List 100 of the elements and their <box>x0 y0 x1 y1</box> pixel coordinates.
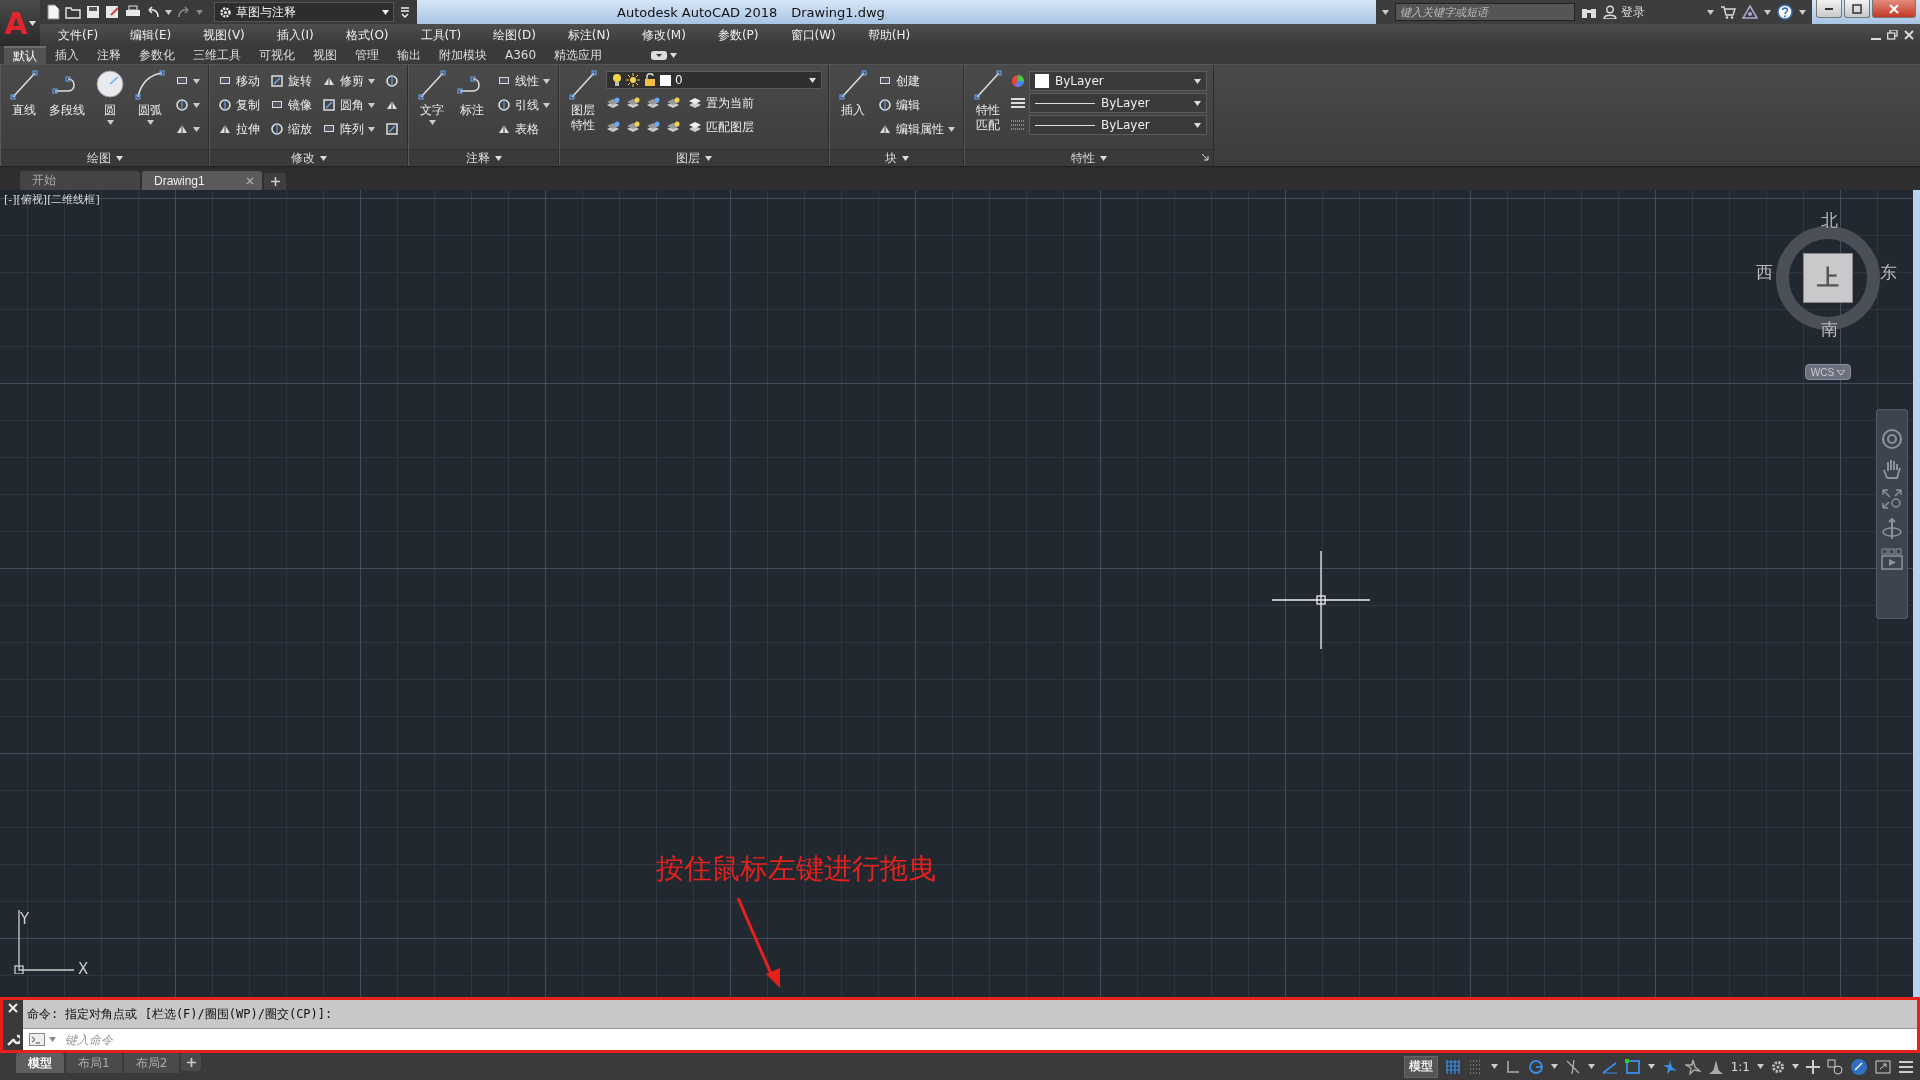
menu-item[interactable]: 工具(T) <box>402 26 476 44</box>
polar-toggle-icon[interactable] <box>1527 1058 1544 1075</box>
panel-title[interactable]: 修改 <box>290 149 315 167</box>
save-as-icon[interactable] <box>105 5 120 19</box>
command-prompt-icon[interactable] <box>29 1033 45 1046</box>
showmotion-icon[interactable] <box>1881 548 1903 570</box>
panel-title[interactable]: 特性 <box>1071 149 1095 167</box>
ribbon-tab[interactable]: 注释 <box>88 46 130 64</box>
ribbon-tool-button[interactable]: 编辑 <box>876 95 957 115</box>
panel-title[interactable]: 块 <box>884 149 897 167</box>
caret-icon[interactable] <box>1382 9 1389 15</box>
property-dropdown[interactable]: ByLayer <box>1029 71 1207 91</box>
menu-item[interactable]: 插入(I) <box>258 26 328 44</box>
caret-icon[interactable] <box>1707 9 1714 15</box>
layout-tab[interactable]: 模型 <box>16 1053 64 1073</box>
caret-icon[interactable] <box>543 78 550 84</box>
folder-icon[interactable] <box>65 5 81 19</box>
layout-tab[interactable]: 布局2 <box>123 1053 180 1073</box>
cart-icon[interactable] <box>1720 5 1736 19</box>
steering-wheel-icon[interactable] <box>1881 428 1903 450</box>
menu-item[interactable]: 格式(O) <box>327 26 403 44</box>
caret-icon[interactable] <box>901 155 909 161</box>
ribbon-tool-button[interactable]: 镜像 <box>268 95 314 115</box>
caret-icon[interactable] <box>705 155 712 161</box>
ribbon-tool-button[interactable]: 特性匹配 <box>971 69 1005 133</box>
caret-icon[interactable] <box>1799 9 1806 15</box>
ribbon-tool-button[interactable]: 表格 <box>495 119 552 139</box>
panel-title[interactable]: 图层 <box>676 149 700 167</box>
layer-dropdown[interactable]: 0 <box>606 71 822 89</box>
caret-icon[interactable] <box>28 20 36 26</box>
menu-item[interactable]: 标注(N) <box>549 26 625 44</box>
help-icon[interactable] <box>1777 4 1793 20</box>
menu-item[interactable]: 文件(F) <box>40 26 113 44</box>
caret-icon[interactable] <box>368 102 375 108</box>
grid-toggle-icon[interactable] <box>1444 1058 1461 1075</box>
close-button[interactable] <box>1872 0 1916 18</box>
panel-title[interactable]: 注释 <box>465 149 490 167</box>
menu-item[interactable]: 参数(P) <box>699 26 773 44</box>
caret-icon[interactable] <box>1490 1064 1498 1069</box>
model-space-button[interactable]: 模型 <box>1403 1055 1438 1078</box>
ribbon-tab[interactable]: 三维工具 <box>184 46 250 64</box>
ribbon-tab[interactable]: 视图 <box>304 46 346 64</box>
triangle-network-icon[interactable] <box>1742 5 1758 19</box>
caret-icon[interactable] <box>165 9 172 15</box>
new-file-icon[interactable] <box>46 4 60 20</box>
caret-icon[interactable] <box>670 52 678 58</box>
ribbon-tool-button[interactable]: 缩放 <box>268 119 314 139</box>
caret-icon[interactable] <box>1550 1064 1558 1069</box>
ribbon-tool-button[interactable]: 匹配图层 <box>686 117 756 137</box>
restore-icon[interactable] <box>1887 30 1898 40</box>
ribbon-tool-button[interactable]: 移动 <box>216 71 262 91</box>
ribbon-tab[interactable]: 可视化 <box>250 46 304 64</box>
osnap-toggle-icon[interactable] <box>1624 1058 1641 1075</box>
caret-icon[interactable] <box>368 78 375 84</box>
ribbon-tool-button[interactable]: 旋转 <box>268 71 314 91</box>
viewcube-face[interactable]: 上 <box>1803 253 1853 303</box>
caret-icon[interactable] <box>115 155 123 161</box>
caret-icon[interactable] <box>193 78 200 84</box>
caret-icon[interactable] <box>809 77 816 83</box>
search-field[interactable]: 键入关键字或短语 <box>1395 3 1575 21</box>
ribbon-tab[interactable]: 参数化 <box>130 46 184 64</box>
ribbon-tab[interactable]: 管理 <box>346 46 388 64</box>
ribbon-tool-button[interactable]: 圆角 <box>320 95 377 115</box>
caret-icon[interactable] <box>193 126 200 132</box>
ribbon-tool-button[interactable]: 文字 <box>415 69 449 125</box>
ribbon-tab[interactable]: 输出 <box>388 46 430 64</box>
compass-direction[interactable]: 北 <box>1821 209 1838 232</box>
launcher-icon[interactable] <box>1202 154 1209 161</box>
layer-tool-icon[interactable] <box>666 120 680 134</box>
plus-icon[interactable] <box>1806 1059 1820 1074</box>
caret-icon[interactable] <box>319 155 327 161</box>
panel-title[interactable]: 绘图 <box>86 149 111 167</box>
caret-icon[interactable] <box>1757 1064 1764 1069</box>
menu-icon[interactable] <box>1898 1059 1914 1074</box>
ribbon-tool-button[interactable]: 修剪 <box>320 71 377 91</box>
hand-icon[interactable] <box>1882 458 1902 480</box>
ortho-toggle-icon[interactable] <box>1504 1058 1521 1075</box>
save-icon[interactable] <box>86 5 100 19</box>
ribbon-tool-button[interactable]: 插入 <box>836 69 870 118</box>
ribbon-tab[interactable]: 默认 <box>4 46 46 64</box>
ribbon-tool-button[interactable]: 标注 <box>455 69 489 118</box>
viewport-controls-label[interactable]: [-][俯视][二维线框] <box>4 192 100 207</box>
maximize-button[interactable] <box>1844 0 1870 18</box>
caret-icon[interactable] <box>543 102 550 108</box>
caret-icon[interactable] <box>106 120 114 125</box>
annotation-scale[interactable]: 1:1 <box>1730 1059 1750 1074</box>
redo-icon[interactable] <box>177 5 191 19</box>
command-input[interactable]: 键入命令 <box>23 1028 1917 1050</box>
new-tab-button[interactable] <box>264 173 286 190</box>
document-tab[interactable]: 开始 <box>20 171 140 190</box>
layer-tool-icon[interactable] <box>626 96 640 110</box>
caret-icon[interactable] <box>1194 78 1201 84</box>
gear-icon[interactable] <box>1771 1059 1785 1074</box>
isometric-toggle-icon[interactable] <box>1564 1058 1581 1075</box>
menu-item[interactable]: 编辑(E) <box>112 26 186 44</box>
caret-icon[interactable] <box>494 155 502 161</box>
caret-icon[interactable] <box>1764 9 1771 15</box>
ribbon-tool-button[interactable]: 圆 <box>93 69 127 125</box>
ribbon-tool-button[interactable]: 阵列 <box>320 119 377 139</box>
ribbon-tool-button[interactable]: 图层特性 <box>566 69 600 133</box>
